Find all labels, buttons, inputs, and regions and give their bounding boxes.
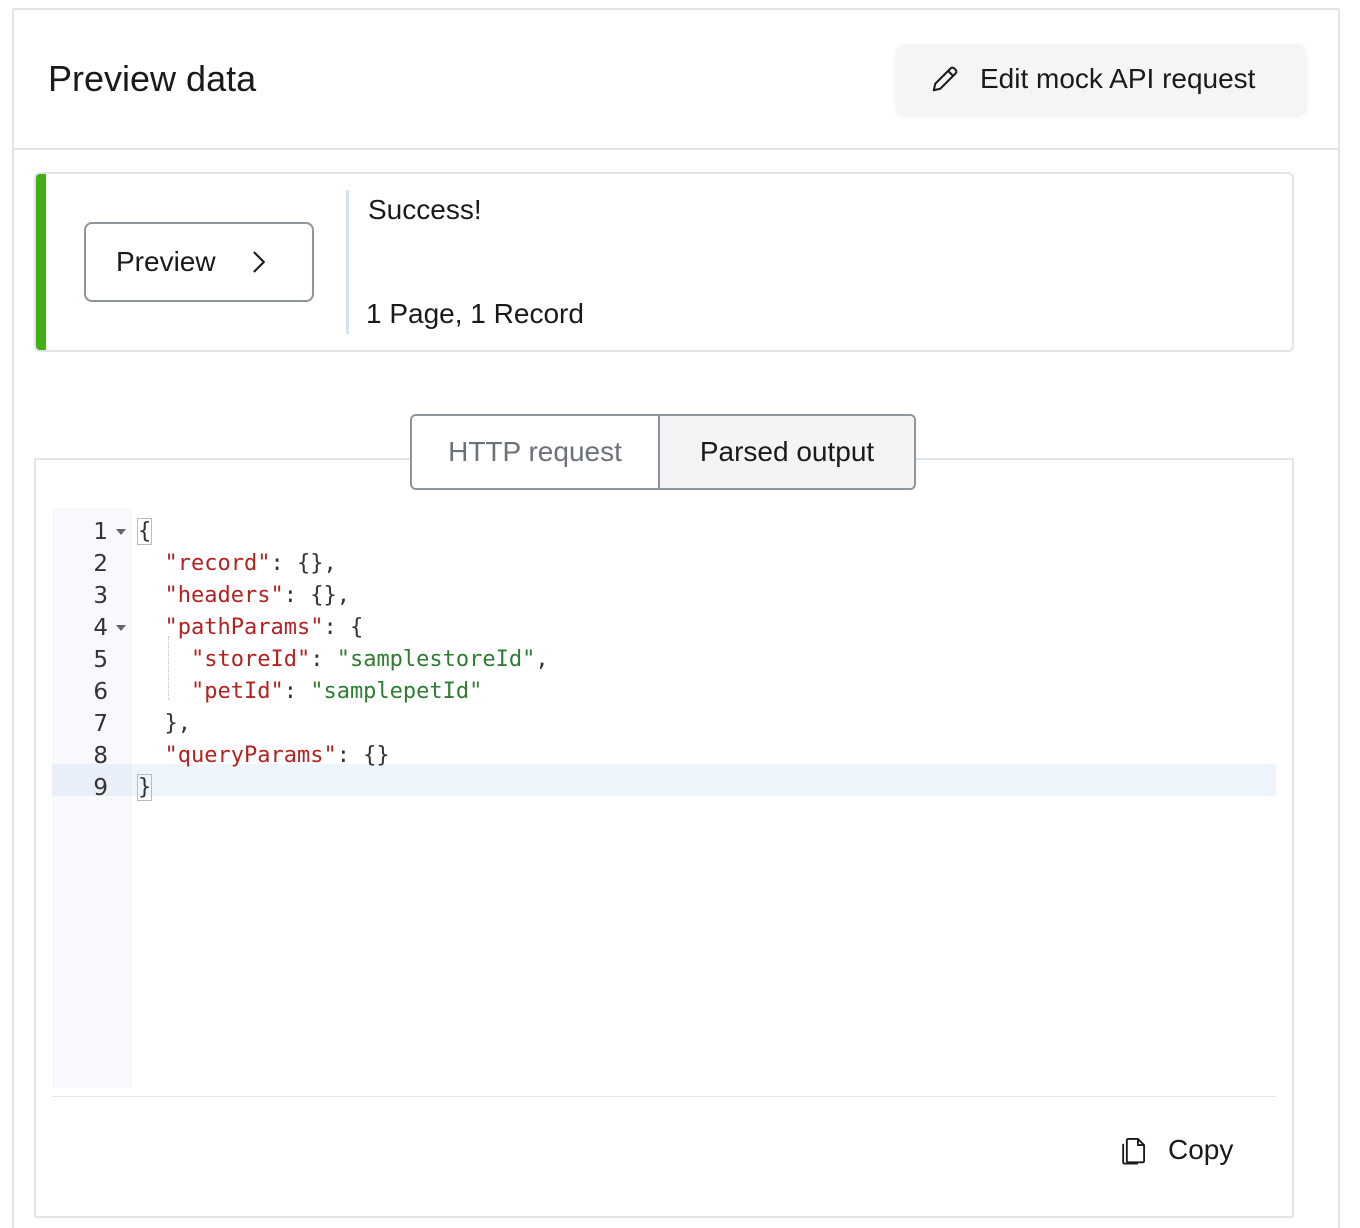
code-token: : {}, <box>283 583 350 608</box>
copy-icon <box>1122 1138 1145 1165</box>
code-line: 5 "storeId": "samplestoreId", <box>52 644 1276 676</box>
json-key: "headers" <box>164 583 284 608</box>
edit-mock-api-request-button[interactable]: Edit mock API request <box>896 44 1306 114</box>
copy-label: Copy <box>1168 1134 1234 1165</box>
page-title: Preview data <box>48 58 257 99</box>
json-string: "samplepetId" <box>310 679 483 704</box>
code-line: 8 "queryParams": {} <box>52 740 1276 772</box>
code-line: 1 { <box>52 516 1276 548</box>
code-line: 7 }, <box>52 708 1276 740</box>
edit-button-label: Edit mock API request <box>980 63 1256 94</box>
preview-button-label: Preview <box>116 246 216 277</box>
line-number: 5 <box>93 647 108 673</box>
json-key: "petId" <box>190 679 284 704</box>
record-count: 1 Page, 1 Record <box>366 298 584 329</box>
editor-footer-divider <box>52 1096 1276 1097</box>
tab-http-request[interactable]: HTTP request <box>412 416 660 488</box>
status-text: Success! <box>368 194 482 225</box>
pencil-icon <box>932 66 958 92</box>
result-divider <box>346 190 349 334</box>
code-token: : {} <box>336 743 390 768</box>
result-card: Preview Success! 1 Page, 1 Record <box>34 172 1294 352</box>
code-line: 6 "petId": "samplepetId" <box>52 676 1276 708</box>
code-token: }, <box>164 711 192 736</box>
copy-button[interactable]: Copy <box>1118 1128 1268 1172</box>
line-number: 6 <box>93 679 108 705</box>
line-number: 3 <box>93 583 108 609</box>
code-line: 9 } <box>52 772 1276 804</box>
line-number: 9 <box>93 775 108 801</box>
code-editor[interactable]: 1 { 2 "record": {}, 3 "headers": {}, 4 "… <box>52 508 1276 1088</box>
code-line: 3 "headers": {}, <box>52 580 1276 612</box>
code-token: } <box>136 774 153 801</box>
fold-arrow-icon[interactable] <box>116 625 126 631</box>
line-number: 1 <box>93 519 108 545</box>
json-key: "queryParams" <box>164 743 337 768</box>
line-number: 4 <box>93 615 108 641</box>
json-key: "pathParams" <box>164 615 324 640</box>
output-tabs: HTTP request Parsed output <box>410 414 916 490</box>
code-line: 4 "pathParams": { <box>52 612 1276 644</box>
preview-button[interactable]: Preview <box>84 222 314 302</box>
fold-arrow-icon[interactable] <box>116 529 126 535</box>
json-key: "storeId" <box>190 647 311 672</box>
line-number: 2 <box>93 551 108 577</box>
code-token: : {}, <box>270 551 337 576</box>
tab-parsed-output[interactable]: Parsed output <box>660 416 914 488</box>
line-number: 7 <box>93 711 108 737</box>
panel-header: Preview data Edit mock API request <box>14 10 1338 150</box>
code-token: : <box>283 679 311 704</box>
code-line: 2 "record": {}, <box>52 548 1276 580</box>
line-number: 8 <box>93 743 108 769</box>
code-token: , <box>535 647 549 672</box>
success-accent-bar <box>36 174 46 350</box>
json-string: "samplestoreId" <box>336 647 536 672</box>
code-token: : <box>310 647 337 672</box>
json-key: "record" <box>164 551 271 576</box>
code-token: { <box>136 518 153 545</box>
chevron-right-icon <box>253 251 265 273</box>
code-token: : { <box>323 615 364 640</box>
